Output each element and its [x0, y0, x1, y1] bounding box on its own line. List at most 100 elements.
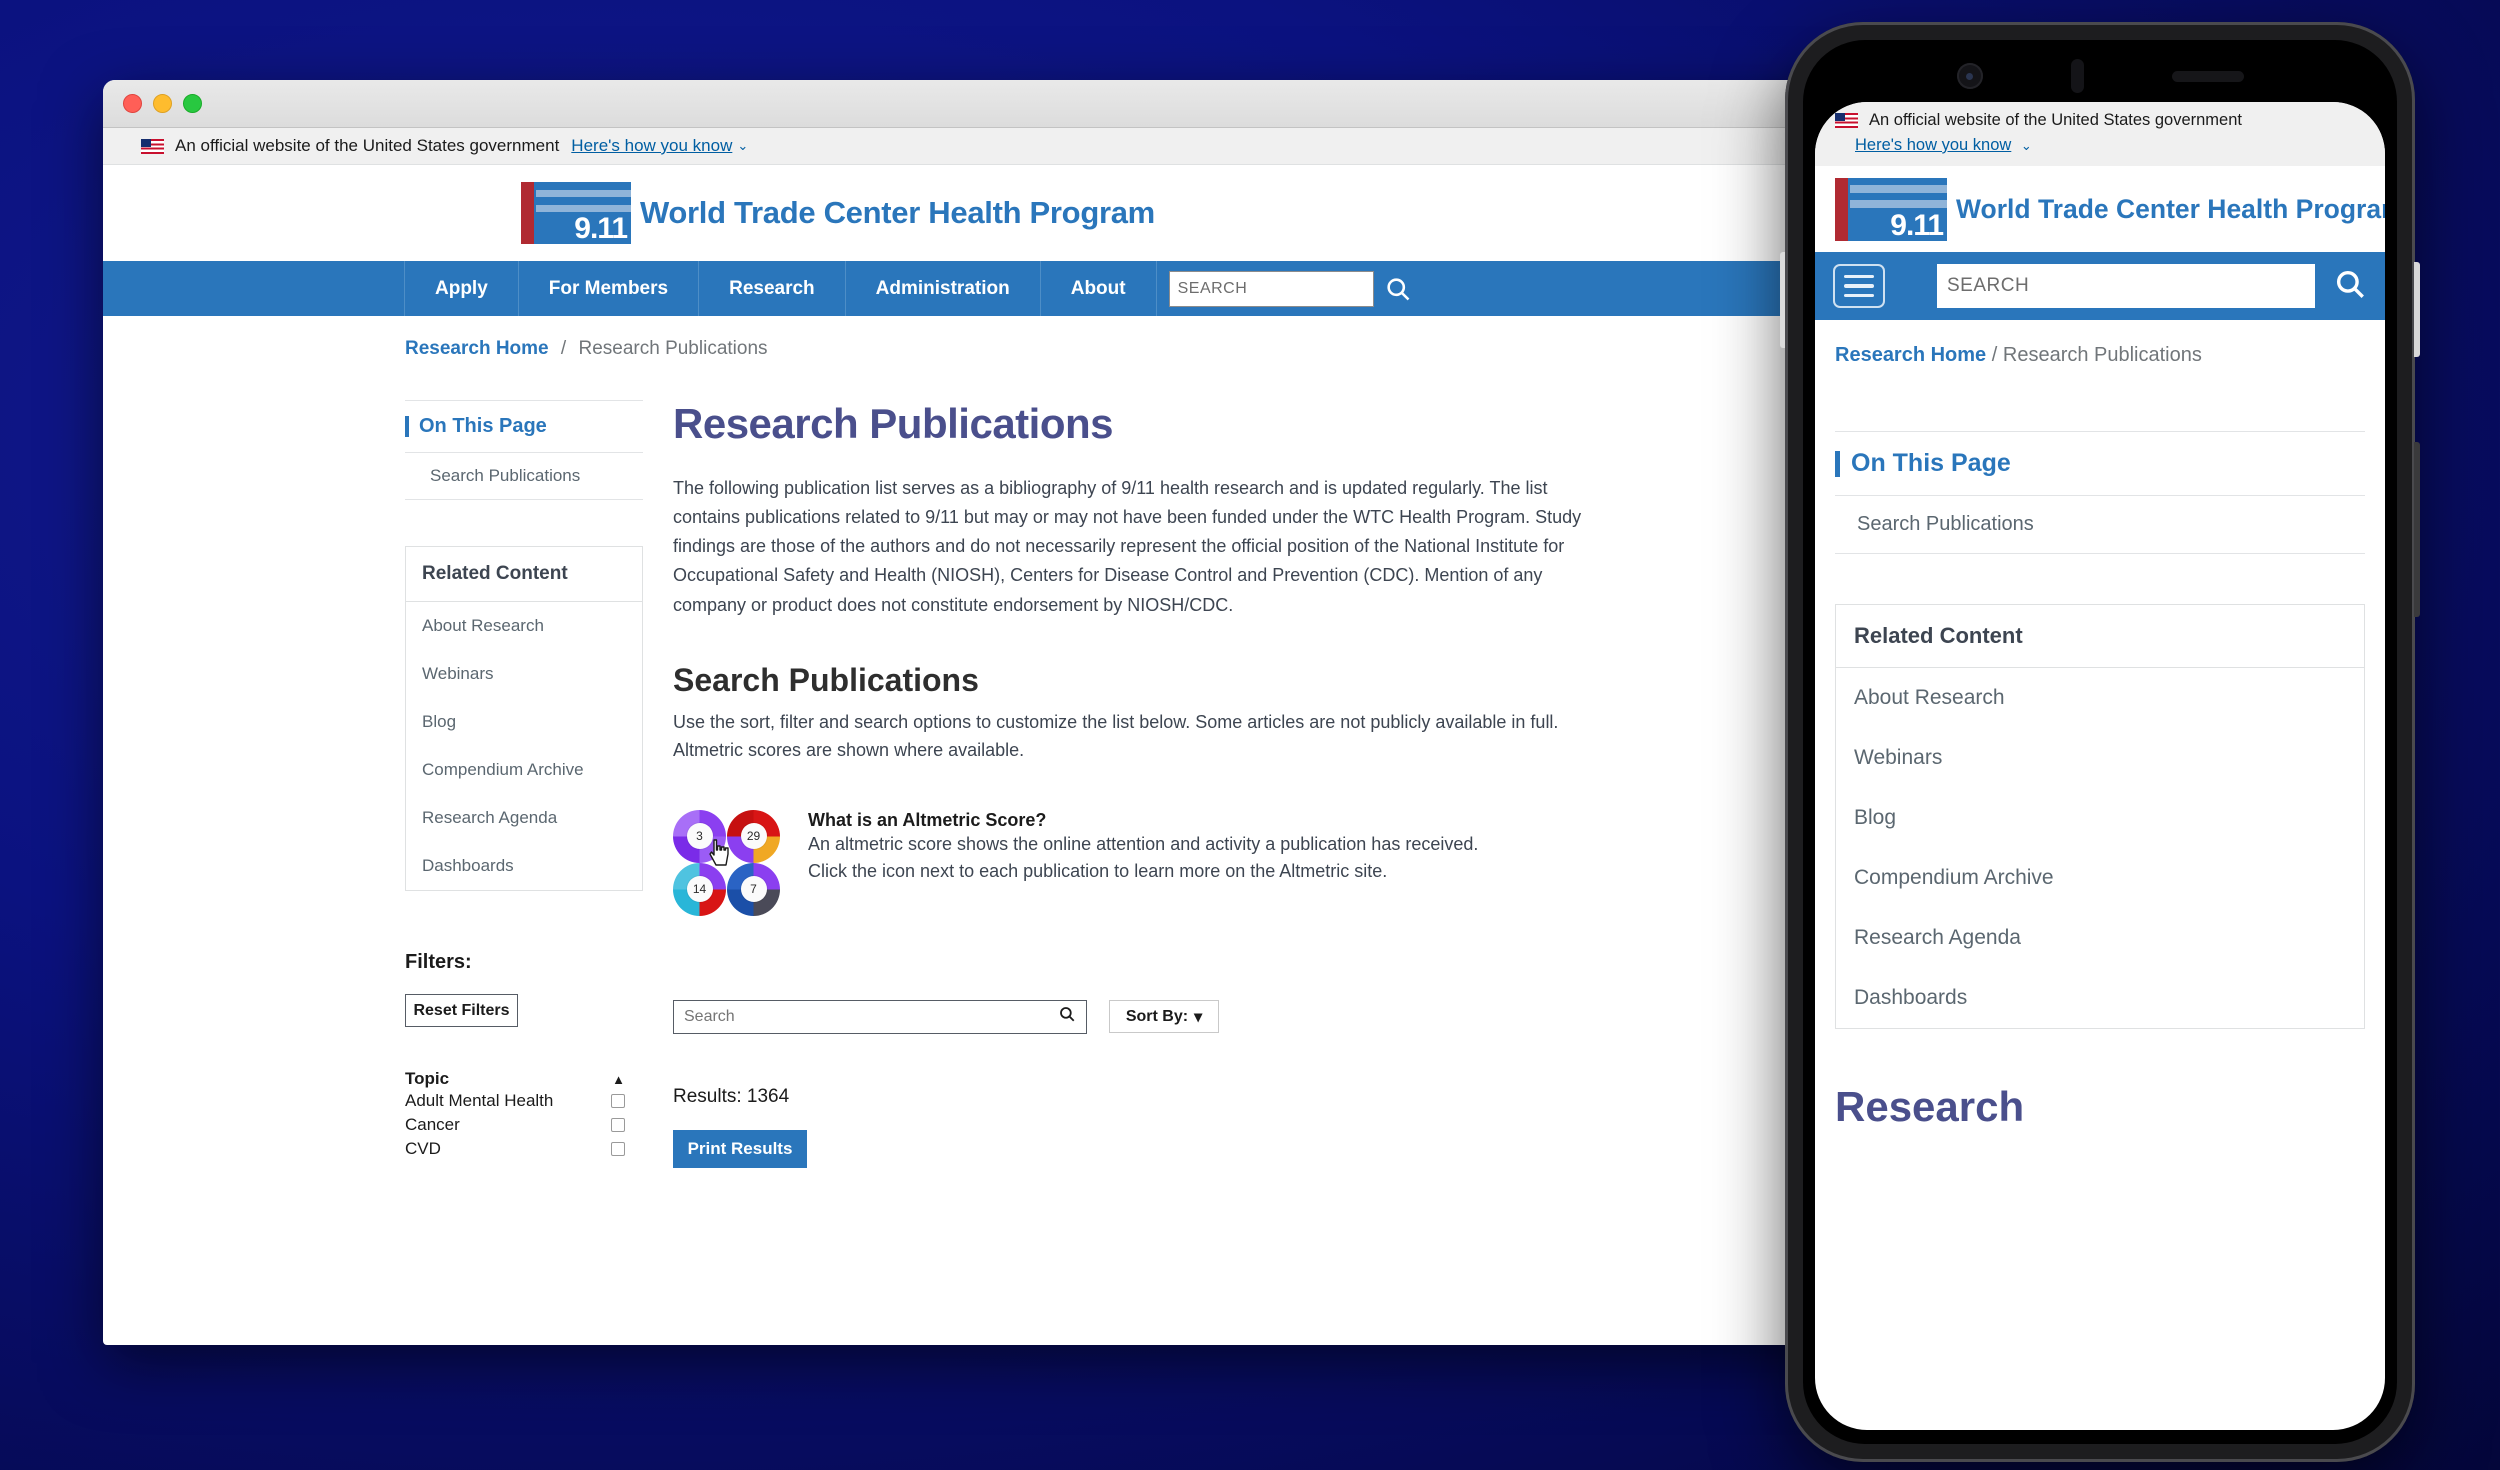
logo-title: World Trade Center Health Program: [640, 195, 1155, 230]
wtc-flag-mark-icon: 9.11: [521, 182, 631, 245]
nav-search-group: SEARCH: [1157, 261, 1412, 316]
breadcrumb-separator: /: [560, 338, 567, 359]
search-publications-heading: Search Publications: [673, 661, 979, 698]
close-window-button[interactable]: [123, 94, 142, 113]
nav-item-research[interactable]: Research: [699, 261, 846, 316]
nav-left-spacer: [103, 261, 405, 316]
gov-banner: An official website of the United States…: [103, 128, 1863, 165]
mobile-breadcrumb: Research Home / Research Publications: [1815, 320, 2385, 367]
chevron-down-icon: ⌄: [737, 138, 749, 153]
mobile-navigation: SEARCH: [1815, 252, 2385, 320]
us-flag-icon: [1835, 113, 1858, 128]
topic-row[interactable]: Cancer: [405, 1113, 643, 1137]
topic-filter-header[interactable]: Topic ▲: [405, 1069, 643, 1089]
phone-volume-button[interactable]: [2414, 442, 2420, 617]
phone-bezel: An official website of the United States…: [1803, 40, 2397, 1444]
mobile-heres-how-you-know-link[interactable]: Here's how you know: [1855, 136, 2011, 155]
browser-window: An official website of the United States…: [103, 80, 1863, 1345]
topic-label: CVD: [405, 1139, 441, 1158]
altmetric-line-2: Click the icon next to each publication …: [808, 861, 1388, 882]
topic-checkbox[interactable]: [611, 1094, 625, 1108]
main-content: Research Publications The following publ…: [673, 400, 1613, 1168]
topic-checkbox[interactable]: [611, 1118, 625, 1132]
related-item-compendium-archive[interactable]: Compendium Archive: [406, 746, 642, 794]
mobile-site-logo[interactable]: 9.11 World Trade Center Health Program: [1815, 166, 2385, 252]
nav-item-for-members[interactable]: For Members: [519, 261, 700, 316]
main-navigation: Apply For Members Research Administratio…: [103, 261, 1863, 316]
hamburger-menu-icon[interactable]: [1833, 264, 1885, 308]
altmetric-score: 3: [686, 823, 713, 850]
us-flag-icon: [141, 138, 164, 154]
related-item-dashboards[interactable]: Dashboards: [406, 842, 642, 890]
page-body: On This Page Search Publications Related…: [103, 360, 1863, 1168]
topic-filter-label: Topic: [405, 1069, 450, 1088]
related-item-blog[interactable]: Blog: [406, 698, 642, 746]
results-count: Results: 1364: [673, 1085, 790, 1107]
topic-checkbox[interactable]: [611, 1142, 625, 1156]
mobile-on-this-page-header: On This Page: [1835, 432, 2365, 496]
related-item-webinars[interactable]: Webinars: [406, 650, 642, 698]
phone-power-button[interactable]: [2414, 262, 2420, 357]
nav-item-about[interactable]: About: [1041, 261, 1157, 316]
mobile-gov-banner: An official website of the United States…: [1815, 102, 2385, 166]
nav-item-apply[interactable]: Apply: [405, 261, 519, 316]
altmetric-donut-icon[interactable]: 7: [727, 862, 780, 916]
mobile-related-item-about-research[interactable]: About Research: [1836, 668, 2364, 728]
breadcrumb-separator: /: [1991, 344, 1998, 366]
heres-how-you-know-link[interactable]: Here's how you know: [571, 136, 732, 156]
mobile-search-input[interactable]: SEARCH: [1937, 264, 2315, 308]
mobile-breadcrumb-research-home[interactable]: Research Home: [1835, 344, 1986, 366]
mobile-gov-link-label: Here's how you know: [1855, 136, 2012, 154]
topic-row[interactable]: Adult Mental Health: [405, 1089, 643, 1113]
mobile-related-item-blog[interactable]: Blog: [1836, 788, 2364, 848]
on-this-page-box: On This Page Search Publications: [405, 400, 643, 500]
search-icon[interactable]: [2333, 267, 2367, 306]
altmetric-score: 7: [740, 876, 767, 903]
sort-by-label: Sort By:: [1125, 1007, 1189, 1025]
related-item-research-agenda[interactable]: Research Agenda: [406, 794, 642, 842]
search-icon[interactable]: [1384, 275, 1412, 303]
mobile-gov-banner-text: An official website of the United States…: [1869, 111, 2242, 129]
gov-link-label: Here's how you know: [571, 136, 733, 155]
nav-item-administration[interactable]: Administration: [846, 261, 1041, 316]
page-title: Research Publications: [673, 400, 1114, 447]
mobile-on-this-page-item-search-publications[interactable]: Search Publications: [1835, 496, 2365, 553]
phone-screen: An official website of the United States…: [1815, 102, 2385, 1430]
site-logo[interactable]: 9.11 World Trade Center Health Program: [103, 165, 1863, 261]
mobile-page-title: Research: [1835, 1083, 2025, 1130]
maximize-window-button[interactable]: [183, 94, 202, 113]
mobile-related-content-title: Related Content: [1836, 605, 2364, 668]
nav-search-input[interactable]: SEARCH: [1168, 270, 1374, 307]
altmetric-score: 29: [740, 823, 767, 850]
altmetric-donut-icon[interactable]: 29: [727, 809, 780, 863]
mobile-related-item-compendium-archive[interactable]: Compendium Archive: [1836, 848, 2364, 908]
on-this-page-title: On This Page: [419, 415, 547, 437]
related-content-box: Related Content About Research Webinars …: [405, 546, 643, 891]
altmetric-donut-icon[interactable]: 14: [673, 862, 726, 916]
topic-label: Cancer: [405, 1115, 460, 1134]
breadcrumb-research-home[interactable]: Research Home: [405, 338, 549, 359]
mobile-related-item-research-agenda[interactable]: Research Agenda: [1836, 908, 2364, 968]
related-item-about-research[interactable]: About Research: [406, 602, 642, 650]
topic-row[interactable]: CVD: [405, 1137, 643, 1161]
altmetric-donut-icon[interactable]: 3: [673, 809, 726, 863]
mobile-breadcrumb-current: Research Publications: [2002, 344, 2202, 366]
mobile-related-item-dashboards[interactable]: Dashboards: [1836, 968, 2364, 1028]
minimize-window-button[interactable]: [153, 94, 172, 113]
proximity-sensor-icon: [2070, 59, 2084, 93]
sort-by-dropdown[interactable]: Sort By: ▾: [1109, 1000, 1219, 1034]
altmetric-score: 14: [686, 876, 713, 903]
on-this-page-item-search-publications[interactable]: Search Publications: [405, 453, 643, 499]
print-results-button[interactable]: Print Results: [673, 1129, 807, 1168]
wtc-flag-mark-icon: 9.11: [1835, 177, 1947, 242]
search-icon[interactable]: [1058, 1005, 1076, 1028]
earpiece-speaker-icon: [2171, 70, 2244, 82]
reset-filters-button[interactable]: Reset Filters: [405, 994, 518, 1027]
mobile-logo-title: World Trade Center Health Program: [1956, 193, 2385, 224]
altmetric-donut-grid: 3 29 14 7: [673, 809, 780, 916]
mobile-related-item-webinars[interactable]: Webinars: [1836, 728, 2364, 788]
filters-label: Filters:: [405, 951, 472, 973]
gov-banner-text: An official website of the United States…: [175, 136, 560, 155]
publication-search-input[interactable]: Search: [673, 999, 1087, 1034]
breadcrumb-current: Research Publications: [578, 338, 768, 359]
